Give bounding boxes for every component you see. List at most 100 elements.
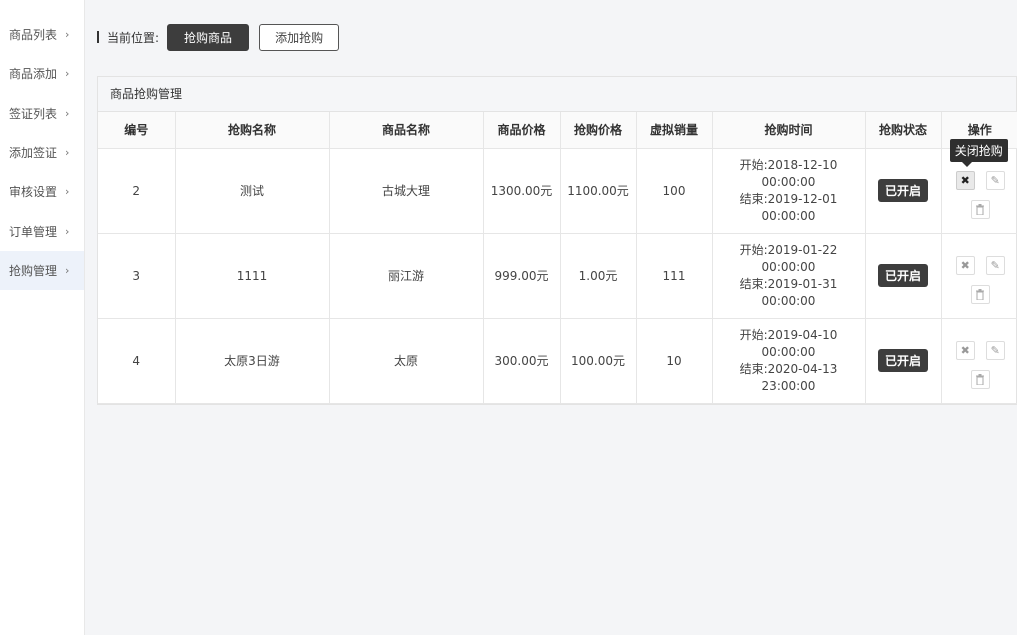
cell-actions: 关闭抢购 ✖ ✎	[941, 138, 1017, 234]
close-sale-button[interactable]: ✖	[955, 170, 975, 190]
start-label: 开始:	[739, 157, 768, 172]
cell-price: 300.00元	[483, 318, 561, 404]
end-time: 00:00:00	[761, 293, 816, 308]
cell-product-name: 丽江游	[329, 233, 484, 319]
col-header-flash-time: 抢购时间	[712, 112, 866, 149]
end-time: 23:00:00	[761, 378, 816, 393]
delete-button[interactable]	[970, 199, 990, 219]
start-time: 00:00:00	[761, 174, 816, 189]
close-icon: ✖	[960, 173, 970, 187]
sidebar-item-visa-list[interactable]: 签证列表 ›	[0, 94, 84, 133]
col-header-product-name: 商品名称	[329, 112, 484, 149]
end-date: 2019-12-01	[767, 191, 838, 206]
close-sale-tooltip: 关闭抢购	[949, 138, 1008, 167]
app-root: 商品列表 › 商品添加 › 签证列表 › 添加签证 › 审核设置 › 订单管理 …	[0, 0, 1017, 635]
breadcrumb-label: 当前位置:	[107, 30, 160, 45]
end-date: 2020-04-13	[767, 361, 838, 376]
start-date: 2019-04-10	[767, 327, 838, 342]
cell-actions: ✖ ✎	[941, 318, 1017, 404]
table-row: 3 1111 丽江游 999.00元 1.00元 111 开始:2019-01-…	[98, 233, 1017, 319]
cell-id: 2	[98, 148, 176, 234]
cell-product-name: 太原	[329, 318, 484, 404]
start-line: 开始:2018-12-10	[713, 157, 865, 174]
start-label: 开始:	[739, 327, 768, 342]
flash-goods-button[interactable]: 抢购商品	[167, 23, 250, 51]
sidebar-item-review-settings[interactable]: 审核设置 ›	[0, 172, 84, 211]
sidebar-item-product-add[interactable]: 商品添加 ›	[0, 54, 84, 93]
trash-icon	[976, 373, 985, 385]
action-group: 关闭抢购 ✖ ✎	[944, 138, 1016, 219]
col-header-flash-price: 抢购价格	[560, 112, 637, 149]
start-date: 2019-01-22	[767, 242, 838, 257]
table-row: 2 测试 古城大理 1300.00元 1100.00元 100 开始:2018-…	[98, 138, 1017, 234]
cell-actions: ✖ ✎	[941, 233, 1017, 319]
chevron-right-icon: ›	[65, 185, 70, 199]
sidebar-item-flash-sale[interactable]: 抢购管理 ›	[0, 250, 84, 291]
chevron-right-icon: ›	[65, 67, 70, 81]
cell-product-name: 古城大理	[329, 148, 484, 234]
edit-button[interactable]: ✎	[985, 255, 1005, 275]
sidebar-item-label: 签证列表	[9, 106, 58, 121]
chevron-right-icon: ›	[65, 263, 70, 277]
cell-flash-price: 100.00元	[560, 318, 637, 404]
cell-flash-name: 1111	[175, 233, 330, 319]
cell-flash-name: 太原3日游	[175, 318, 330, 404]
col-header-id: 编号	[98, 112, 176, 149]
cell-flash-price: 1100.00元	[560, 148, 637, 234]
close-icon: ✖	[960, 258, 970, 272]
cell-id: 4	[98, 318, 176, 404]
start-time: 00:00:00	[761, 344, 816, 359]
cell-id: 3	[98, 233, 176, 319]
edit-icon: ✎	[990, 343, 1000, 357]
start-line: 开始:2019-01-22	[713, 242, 865, 259]
trash-icon	[976, 288, 985, 300]
start-label: 开始:	[739, 242, 768, 257]
end-label: 结束:	[739, 191, 768, 206]
cell-status: 已开启	[865, 233, 942, 319]
cell-flash-time: 开始:2019-01-22 00:00:00 结束:2019-01-31 00:…	[712, 233, 866, 319]
chevron-right-icon: ›	[65, 106, 70, 120]
status-badge: 已开启	[877, 179, 928, 202]
start-time: 00:00:00	[761, 259, 816, 274]
sidebar-item-label: 订单管理	[9, 224, 58, 239]
sidebar-item-label: 抢购管理	[9, 263, 58, 278]
close-icon: ✖	[960, 343, 970, 357]
chevron-right-icon: ›	[65, 146, 70, 160]
sidebar-item-orders[interactable]: 订单管理 ›	[0, 211, 84, 250]
end-time: 00:00:00	[761, 208, 816, 223]
cell-virtual-sales: 10	[636, 318, 713, 404]
flash-sale-panel: 商品抢购管理 编号 抢购名称 商品名称 商品价格 抢购价格 虚拟销量 抢购时间 …	[97, 76, 1017, 405]
col-header-price: 商品价格	[483, 112, 561, 149]
breadcrumb: 当前位置: 抢购商品 添加抢购	[97, 23, 340, 51]
end-date: 2019-01-31	[767, 276, 838, 291]
action-group: ✖ ✎	[944, 333, 1016, 389]
end-label: 结束:	[739, 276, 768, 291]
end-line: 结束:2020-04-13	[713, 361, 865, 378]
edit-button[interactable]: ✎	[985, 340, 1005, 360]
close-sale-button[interactable]: ✖	[955, 340, 975, 360]
cell-price: 1300.00元	[483, 148, 561, 234]
delete-button[interactable]	[970, 284, 990, 304]
chevron-right-icon: ›	[65, 224, 70, 238]
sidebar-item-label: 商品添加	[9, 67, 58, 82]
edit-icon: ✎	[990, 173, 1000, 187]
cell-virtual-sales: 100	[636, 148, 713, 234]
sidebar-item-visa-add[interactable]: 添加签证 ›	[0, 133, 84, 172]
sidebar-item-product-list[interactable]: 商品列表 ›	[0, 15, 84, 54]
trash-icon	[976, 203, 985, 215]
cell-flash-price: 1.00元	[560, 233, 637, 319]
status-badge: 已开启	[877, 349, 928, 372]
start-date: 2018-12-10	[767, 157, 838, 172]
add-flash-sale-button[interactable]: 添加抢购	[259, 23, 340, 51]
col-header-status: 抢购状态	[865, 112, 942, 149]
delete-button[interactable]	[970, 369, 990, 389]
close-sale-button[interactable]: ✖	[955, 255, 975, 275]
edit-button[interactable]: ✎	[985, 170, 1005, 190]
flash-sale-table: 编号 抢购名称 商品名称 商品价格 抢购价格 虚拟销量 抢购时间 抢购状态 操作	[98, 112, 1017, 404]
sidebar-item-label: 添加签证	[9, 146, 58, 161]
cell-status: 已开启	[865, 318, 942, 404]
sidebar: 商品列表 › 商品添加 › 签证列表 › 添加签证 › 审核设置 › 订单管理 …	[0, 0, 85, 635]
table-header-row: 编号 抢购名称 商品名称 商品价格 抢购价格 虚拟销量 抢购时间 抢购状态 操作	[98, 112, 1017, 149]
status-badge: 已开启	[877, 264, 928, 287]
col-header-flash-name: 抢购名称	[175, 112, 330, 149]
